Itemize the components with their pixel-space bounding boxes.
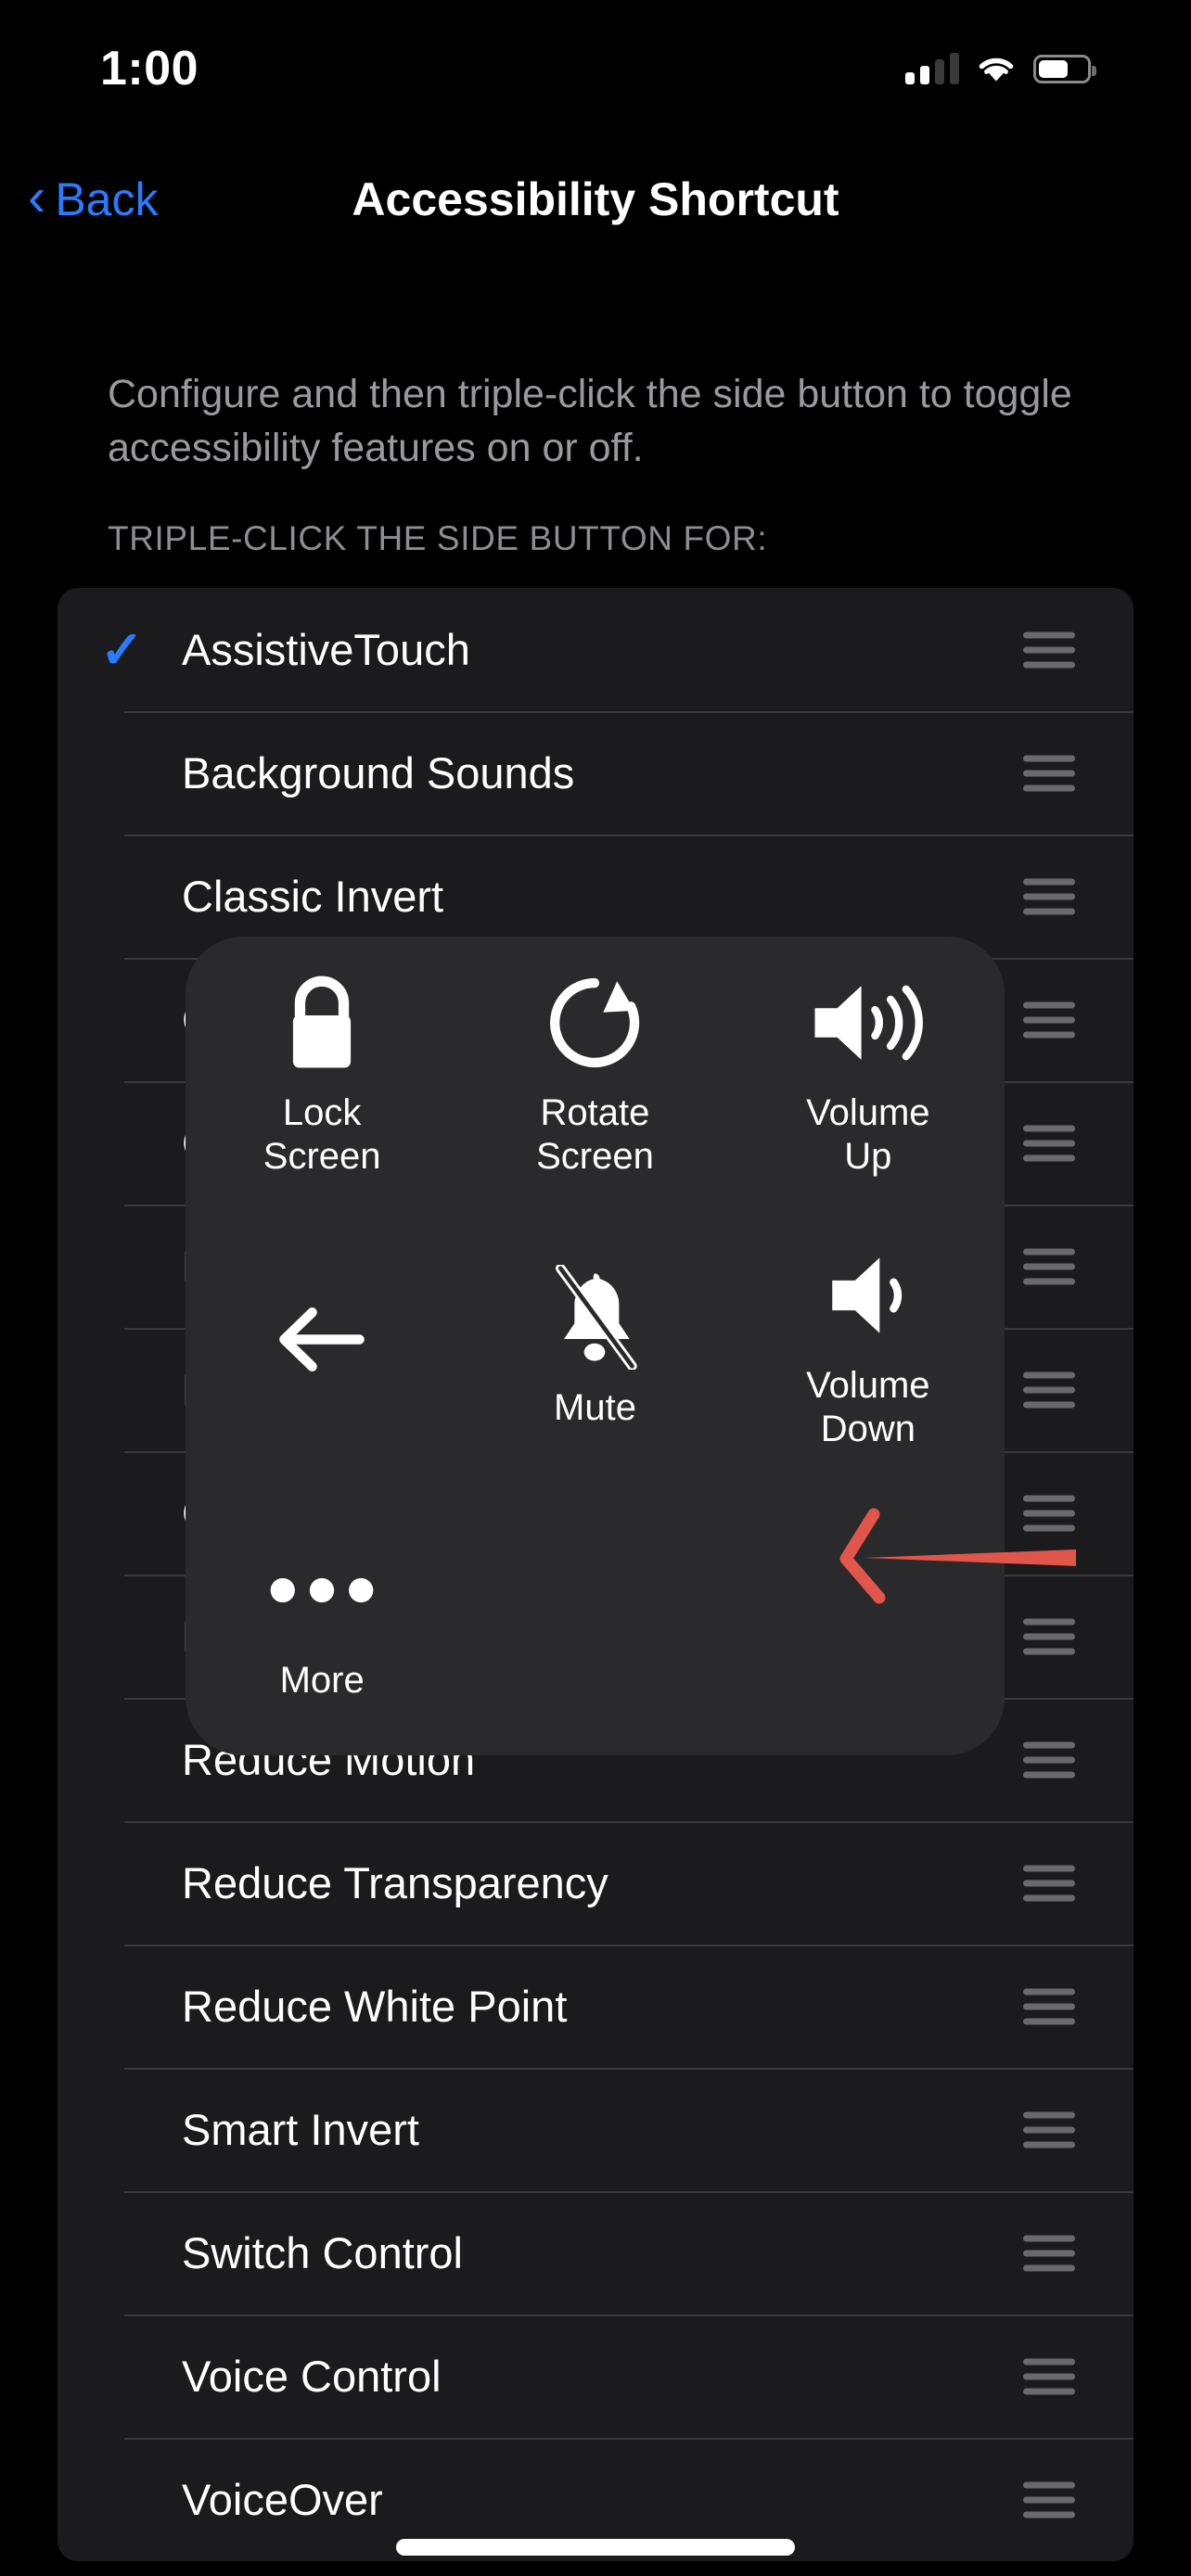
assistive-touch-empty-slot: [458, 1483, 731, 1755]
table-row-label: Background Sounds: [182, 748, 575, 797]
table-row-label: Switch Control: [182, 2228, 463, 2277]
drag-handle-icon[interactable]: [1023, 878, 1075, 914]
rotate-icon: [543, 967, 647, 1078]
drag-handle-icon[interactable]: [1023, 1001, 1075, 1038]
description-text: Configure and then triple-click the side…: [108, 372, 1072, 471]
assistive-touch-menu[interactable]: Lock Screen Rotate Screen Volume Up Mute Volume…: [186, 937, 1005, 1755]
drag-handle-icon[interactable]: [1023, 2358, 1075, 2394]
checkmark-icon: ✓: [100, 619, 144, 679]
more-dots-icon: [265, 1535, 378, 1646]
table-row[interactable]: Reduce White Point: [58, 1945, 1133, 2068]
table-row[interactable]: Smart Invert: [58, 2068, 1133, 2191]
back-arrow-icon: [274, 1283, 370, 1395]
assistive-touch-item-label: Mute: [554, 1386, 636, 1428]
table-row-label: Smart Invert: [182, 2105, 419, 2154]
table-row-label: Voice Control: [182, 2352, 442, 2401]
drag-handle-icon[interactable]: [1023, 1741, 1075, 1778]
volume-up-icon: [808, 967, 928, 1078]
back-button-label: Back: [55, 173, 159, 225]
drag-handle-icon[interactable]: [1023, 1248, 1075, 1284]
battery-icon: [1033, 54, 1096, 83]
lock-icon: [274, 967, 370, 1078]
assistive-touch-volume-up-button[interactable]: Volume Up: [732, 937, 1005, 1209]
mute-bell-icon: [546, 1262, 643, 1373]
assistive-touch-back-arrow-button[interactable]: [186, 1209, 458, 1482]
page-title: Accessibility Shortcut: [352, 173, 839, 225]
drag-handle-icon[interactable]: [1023, 2111, 1075, 2148]
drag-handle-icon[interactable]: [1023, 631, 1075, 668]
status-bar-indicators: [905, 53, 1096, 84]
wifi-icon: [979, 57, 1014, 82]
assistive-touch-item-label: More: [279, 1660, 365, 1702]
drag-handle-icon[interactable]: [1023, 1125, 1075, 1161]
assistive-touch-item-label: Lock Screen: [263, 1091, 381, 1178]
table-row[interactable]: Switch Control: [58, 2191, 1133, 2315]
drag-handle-icon[interactable]: [1023, 1371, 1075, 1408]
drag-handle-icon[interactable]: [1023, 1988, 1075, 2024]
status-bar-time: 1:00: [100, 42, 199, 96]
drag-handle-icon[interactable]: [1023, 755, 1075, 791]
assistive-touch-lock-button[interactable]: Lock Screen: [186, 937, 458, 1209]
table-row-label: Reduce Transparency: [182, 1858, 608, 1907]
drag-handle-icon[interactable]: [1023, 2235, 1075, 2271]
iphone-screen: 1:00 Accessibility Shortcut ‹ Back Confi…: [0, 0, 1191, 2576]
table-row-label: AssistiveTouch: [182, 625, 470, 674]
table-row[interactable]: Reduce Transparency: [58, 1821, 1133, 1945]
table-row[interactable]: ✓ AssistiveTouch: [58, 588, 1133, 711]
table-row[interactable]: Voice Control: [58, 2315, 1133, 2438]
section-header: TRIPLE-CLICK THE SIDE BUTTON FOR:: [108, 519, 768, 557]
assistive-touch-item-label: Volume Down: [806, 1365, 930, 1450]
back-button[interactable]: ‹ Back: [28, 148, 159, 250]
drag-handle-icon[interactable]: [1023, 2481, 1075, 2518]
drag-handle-icon[interactable]: [1023, 1865, 1075, 1901]
table-row-label: Reduce White Point: [182, 1982, 568, 2031]
assistive-touch-item-label: Volume Up: [806, 1091, 930, 1178]
status-bar: 1:00: [0, 0, 1191, 122]
assistive-touch-item-label: Rotate Screen: [536, 1091, 654, 1178]
volume-down-icon: [820, 1240, 916, 1351]
navigation-bar: Accessibility Shortcut ‹ Back: [0, 148, 1191, 250]
chevron-left-icon: ‹: [28, 166, 46, 227]
table-row-label: Classic Invert: [182, 872, 444, 921]
home-indicator: [396, 2539, 795, 2556]
table-row[interactable]: Background Sounds: [58, 711, 1133, 835]
cellular-signal-icon: [905, 53, 959, 84]
table-row-label: VoiceOver: [182, 2475, 383, 2524]
assistive-touch-rotate-button[interactable]: Rotate Screen: [458, 937, 731, 1209]
assistive-touch-volume-down-button[interactable]: Volume Down: [732, 1209, 1005, 1482]
assistive-touch-mute-bell-button[interactable]: Mute: [458, 1209, 731, 1482]
annotation-arrow-left-icon: [839, 1508, 1076, 1604]
assistive-touch-more-dots-button[interactable]: More: [186, 1483, 458, 1755]
